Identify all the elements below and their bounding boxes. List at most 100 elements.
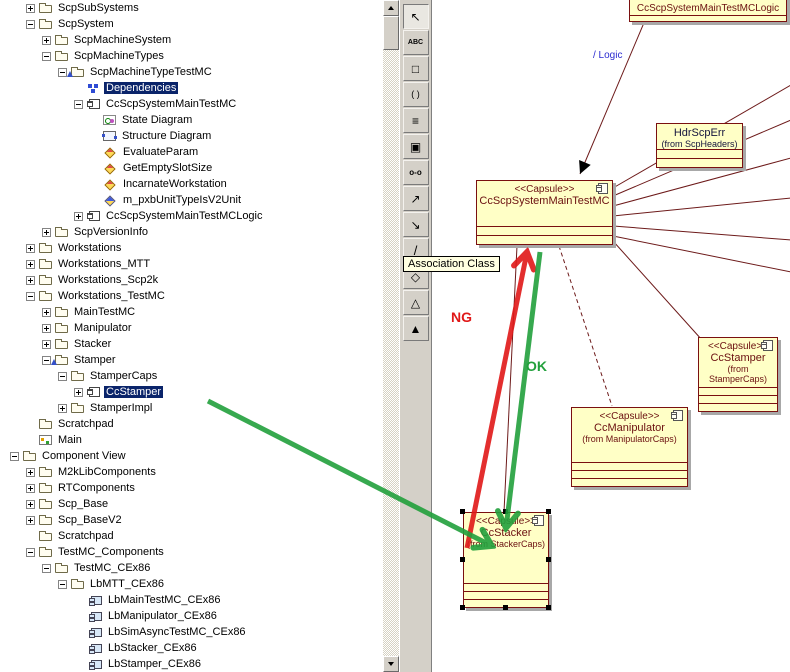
pointer-tool[interactable]: ↖ [402, 4, 429, 29]
tree-expander-icon[interactable] [58, 403, 67, 413]
capsule-box-ccmanipulator[interactable]: <<Capsule>> CcManipulator (from Manipula… [571, 407, 688, 487]
tree-expander-icon[interactable] [26, 291, 35, 301]
tree-item[interactable]: TestMC_CEx86 [0, 560, 383, 576]
selection-handle[interactable] [460, 509, 465, 514]
tree-expander-icon[interactable] [58, 371, 67, 381]
tree-item[interactable]: MainTestMC [0, 304, 383, 320]
tree-expander-icon[interactable] [26, 515, 35, 525]
tree-expander-icon[interactable] [42, 323, 51, 333]
tree-expander-icon[interactable] [26, 3, 35, 13]
capsule-box-ccstamper[interactable]: <<Capsule>> CcStamper (from StamperCaps) [698, 337, 778, 412]
tree-expander-icon[interactable] [58, 67, 67, 77]
tree-item[interactable]: LbStacker_CEx86 [0, 640, 383, 656]
tree-item[interactable]: StamperCaps [0, 368, 383, 384]
tree-expander-icon[interactable] [10, 451, 19, 461]
tree-item[interactable]: Scratchpad [0, 528, 383, 544]
collaboration-tool[interactable]: ( ) [402, 82, 429, 107]
class-box-hdrscperr[interactable]: HdrScpErr (from ScpHeaders) [656, 123, 743, 168]
tree-expander-icon[interactable] [26, 483, 35, 493]
down-arrow-icon [388, 662, 394, 666]
tree-item[interactable]: GetEmptySlotSize [0, 160, 383, 176]
tree-item[interactable]: Scp_Base [0, 496, 383, 512]
selection-handle[interactable] [503, 605, 508, 610]
tree-expander-icon[interactable] [42, 227, 51, 237]
tree-expander-icon[interactable] [74, 211, 83, 221]
tree-item[interactable]: TestMC_Components [0, 544, 383, 560]
diagram-canvas[interactable]: / Logic CcScpSystemMainTestMCLogic HdrSc… [431, 0, 790, 672]
tree-expander-icon[interactable] [74, 387, 83, 397]
tree-item[interactable]: RTComponents [0, 480, 383, 496]
tree-item[interactable]: ScpMachineTypes [0, 48, 383, 64]
tree-item[interactable]: Stamper [0, 352, 383, 368]
tree-expander-icon[interactable] [42, 307, 51, 317]
list-tool[interactable]: ≡ [402, 108, 429, 133]
capsule-box-ccscpsystemmaintestmc[interactable]: <<Capsule>> CcScpSystemMainTestMC [476, 180, 613, 245]
tree-expander-icon[interactable] [26, 499, 35, 509]
capsule-box-logic[interactable]: CcScpSystemMainTestMCLogic [629, 0, 787, 22]
tree-scrollbar[interactable] [383, 0, 399, 672]
text-tool[interactable]: ABC [402, 30, 429, 55]
tree-item[interactable]: LbMTT_CEx86 [0, 576, 383, 592]
inheritance-tool[interactable]: △ [402, 290, 429, 315]
tree-expander-icon[interactable] [26, 467, 35, 477]
connector-tool[interactable]: o-o [402, 160, 429, 185]
tree-item[interactable]: Workstations [0, 240, 383, 256]
tree-item[interactable]: CcScpSystemMainTestMCLogic [0, 208, 383, 224]
tree-expander-icon[interactable] [26, 547, 35, 557]
tree-item[interactable]: EvaluateParam [0, 144, 383, 160]
tree-item[interactable]: Workstations_MTT [0, 256, 383, 272]
scroll-down-button[interactable] [383, 656, 399, 672]
tree-item[interactable]: CcScpSystemMainTestMC [0, 96, 383, 112]
tree-expander-icon[interactable] [74, 99, 83, 109]
selection-handle[interactable] [546, 509, 551, 514]
tree-item[interactable]: Workstations_Scp2k [0, 272, 383, 288]
tree-item[interactable]: State Diagram [0, 112, 383, 128]
tree-item[interactable]: ScpMachineTypeTestMC [0, 64, 383, 80]
tree-item[interactable]: CcStamper [0, 384, 383, 400]
tree-item[interactable]: LbManipulator_CEx86 [0, 608, 383, 624]
capsule-box-ccstacker[interactable]: <<Capsule>> CcStacker (from StackerCaps) [463, 512, 549, 608]
selection-handle[interactable] [460, 605, 465, 610]
tree-item[interactable]: ScpVersionInfo [0, 224, 383, 240]
tree-item[interactable]: ScpSystem [0, 16, 383, 32]
tree-expander-icon[interactable] [42, 35, 51, 45]
realize-tool[interactable]: ▲ [402, 316, 429, 341]
scroll-up-button[interactable] [383, 0, 399, 16]
tree-item[interactable]: Dependencies [0, 80, 383, 96]
association-tool[interactable]: ↘ [402, 212, 429, 237]
tree-item[interactable]: Workstations_TestMC [0, 288, 383, 304]
tree-item[interactable]: LbMainTestMC_CEx86 [0, 592, 383, 608]
tree-item[interactable]: ScpMachineSystem [0, 32, 383, 48]
dependency-tool[interactable]: ↗ [402, 186, 429, 211]
tree-item[interactable]: M2kLibComponents [0, 464, 383, 480]
tree-item[interactable]: LbStamper_CEx86 [0, 656, 383, 672]
tree-expander-icon[interactable] [42, 51, 51, 61]
selection-handle[interactable] [460, 557, 465, 562]
selection-handle[interactable] [503, 509, 508, 514]
tree-item[interactable]: ScpSubSystems [0, 0, 383, 16]
tree-expander-icon[interactable] [26, 259, 35, 269]
selection-handle[interactable] [546, 605, 551, 610]
tree-item[interactable]: Scp_BaseV2 [0, 512, 383, 528]
tree-item[interactable]: m_pxbUnitTypeIsV2Unit [0, 192, 383, 208]
tree-expander-icon[interactable] [26, 275, 35, 285]
tree-item[interactable]: IncarnateWorkstation [0, 176, 383, 192]
tree-item[interactable]: Component View [0, 448, 383, 464]
tree-item[interactable]: Manipulator [0, 320, 383, 336]
tree-item[interactable]: Stacker [0, 336, 383, 352]
tree-expander-icon[interactable] [42, 355, 51, 365]
selection-handle[interactable] [546, 557, 551, 562]
scrollbar-thumb[interactable] [383, 16, 399, 50]
tree-item[interactable]: Scratchpad [0, 416, 383, 432]
tree-expander-icon[interactable] [42, 563, 51, 573]
tree-item[interactable]: StamperImpl [0, 400, 383, 416]
tree-expander-icon[interactable] [26, 19, 35, 29]
package-tool[interactable]: ▣ [402, 134, 429, 159]
tree-expander-icon[interactable] [26, 243, 35, 253]
tree-item[interactable]: LbSimAsyncTestMC_CEx86 [0, 624, 383, 640]
tree-expander-icon[interactable] [42, 339, 51, 349]
note-tool[interactable]: □ [402, 56, 429, 81]
tree-expander-icon[interactable] [58, 579, 67, 589]
tree-item[interactable]: Main [0, 432, 383, 448]
tree-item[interactable]: Structure Diagram [0, 128, 383, 144]
